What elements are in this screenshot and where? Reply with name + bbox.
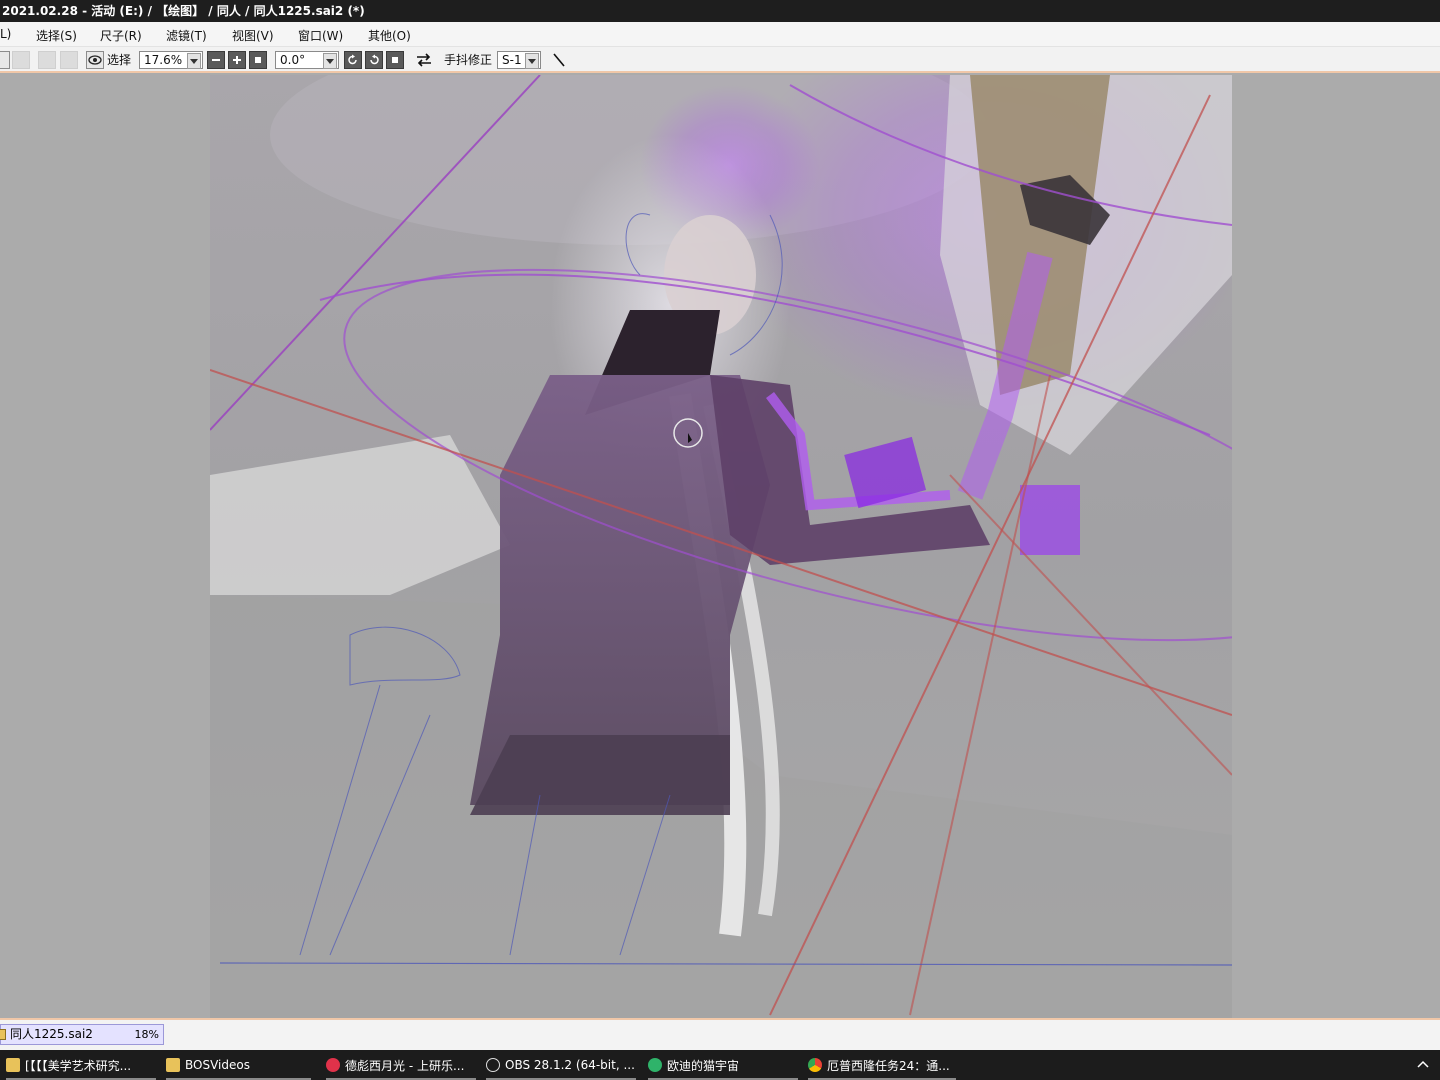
chevron-down-icon: [190, 58, 198, 64]
flip-button[interactable]: [415, 51, 435, 69]
workspace: [0, 75, 1440, 1018]
taskbar-item-label: OBS 28.1.2 (64-bit, ...: [505, 1058, 635, 1072]
stabilizer-label: 手抖修正: [444, 53, 493, 67]
drawing-canvas[interactable]: [210, 75, 1232, 1018]
menu-filter[interactable]: 滤镜(T): [166, 27, 207, 44]
system-tray-expand[interactable]: [1416, 1057, 1430, 1071]
taskbar-item-music[interactable]: 德彪西月光 - 上研乐...: [326, 1050, 476, 1080]
zoom-field[interactable]: 17.6%: [139, 51, 203, 69]
eye-icon: [88, 55, 102, 65]
menu-select[interactable]: 选择(S): [36, 27, 77, 44]
torso-bottom: [470, 735, 730, 815]
menu-bar: L) 选择(S) 尺子(R) 滤镜(T) 视图(V) 窗口(W) 其他(O): [0, 22, 1440, 47]
chevron-down-icon: [326, 58, 334, 64]
document-name: 同人1225.sai2: [10, 1027, 93, 1041]
square-icon: [392, 57, 398, 63]
transform-button[interactable]: [60, 51, 78, 69]
minus-icon: [212, 59, 220, 61]
crop-button[interactable]: [38, 51, 56, 69]
menu-window[interactable]: 窗口(W): [298, 27, 343, 44]
menu-other[interactable]: 其他(O): [368, 27, 411, 44]
rotate-left-button[interactable]: [344, 51, 362, 69]
rotation-field[interactable]: 0.0°: [275, 51, 339, 69]
zoom-out-button[interactable]: [207, 51, 225, 69]
straight-line-icon: [553, 53, 565, 67]
taskbar-item-chrome[interactable]: 厄普西隆任务24：通...: [808, 1050, 956, 1080]
square-icon: [255, 57, 261, 63]
obs-icon: [486, 1058, 500, 1072]
zoom-dropdown-button[interactable]: [187, 53, 201, 69]
stabilizer-value: S-1: [502, 53, 522, 67]
rotation-reset-button[interactable]: [386, 51, 404, 69]
taskbar-item-label: 厄普西隆任务24：通...: [827, 1058, 950, 1073]
straight-line-toggle[interactable]: [550, 51, 568, 69]
stabilizer-dropdown-button[interactable]: [525, 53, 539, 69]
taskbar-item-obs[interactable]: OBS 28.1.2 (64-bit, ...: [486, 1050, 636, 1080]
rotate-left-icon: [348, 54, 357, 65]
taskbar-item-chat[interactable]: 欧迪的猫宇宙: [648, 1050, 798, 1080]
menu-layer[interactable]: L): [0, 27, 11, 41]
glowing-object-2: [1020, 485, 1080, 555]
folder-icon: [166, 1058, 180, 1072]
stabilizer-field[interactable]: S-1: [497, 51, 541, 69]
show-selection-toggle[interactable]: [86, 51, 104, 69]
layer-button[interactable]: [0, 51, 10, 69]
taskbar-item-art-folder[interactable]: [【【【美学艺术研究...: [6, 1050, 156, 1080]
taskbar-item-label: [【【【美学艺术研究...: [25, 1058, 132, 1073]
deselect-button[interactable]: [12, 51, 30, 69]
music-icon: [326, 1058, 340, 1072]
document-zoom: 18%: [134, 1028, 159, 1041]
rotate-right-icon: [370, 54, 379, 65]
document-file-icon: [0, 1029, 6, 1040]
menu-ruler[interactable]: 尺子(R): [100, 27, 142, 44]
plus-icon: [233, 56, 241, 64]
zoom-reset-button[interactable]: [249, 51, 267, 69]
taskbar: [【【【美学艺术研究... BOSVideos 德彪西月光 - 上研乐... O…: [0, 1050, 1440, 1080]
window-title: 2021.02.28 - 活动 (E:) / 【绘图】 / 同人 / 同人122…: [2, 4, 365, 18]
chat-icon: [648, 1058, 662, 1072]
rotate-right-button[interactable]: [365, 51, 383, 69]
taskbar-item-label: BOSVideos: [185, 1058, 250, 1072]
artwork: [210, 75, 1232, 1018]
taskbar-item-label: 德彪西月光 - 上研乐...: [345, 1058, 465, 1073]
document-tab-strip: 同人1225.sai2 18%: [0, 1018, 1440, 1050]
taskbar-item-label: 欧迪的猫宇宙: [667, 1058, 740, 1073]
window-title-bar: 2021.02.28 - 活动 (E:) / 【绘图】 / 同人 / 同人122…: [0, 0, 1440, 22]
zoom-value: 17.6%: [144, 53, 183, 67]
toolbar: 选择 17.6% 0.0° 手抖修正 S-1: [0, 47, 1440, 73]
taskbar-item-bosvideos[interactable]: BOSVideos: [166, 1050, 311, 1080]
chrome-icon: [808, 1058, 822, 1072]
document-tab[interactable]: 同人1225.sai2 18%: [0, 1024, 164, 1045]
chevron-up-icon: [1417, 1060, 1429, 1068]
rotation-dropdown-button[interactable]: [323, 53, 337, 69]
menu-view[interactable]: 视图(V): [232, 27, 274, 44]
folder-icon: [6, 1058, 20, 1072]
select-label: 选择: [107, 53, 132, 67]
flip-horizontal-icon: [417, 53, 431, 67]
rotation-value: 0.0°: [280, 53, 306, 67]
zoom-in-button[interactable]: [228, 51, 246, 69]
chevron-down-icon: [528, 58, 536, 64]
